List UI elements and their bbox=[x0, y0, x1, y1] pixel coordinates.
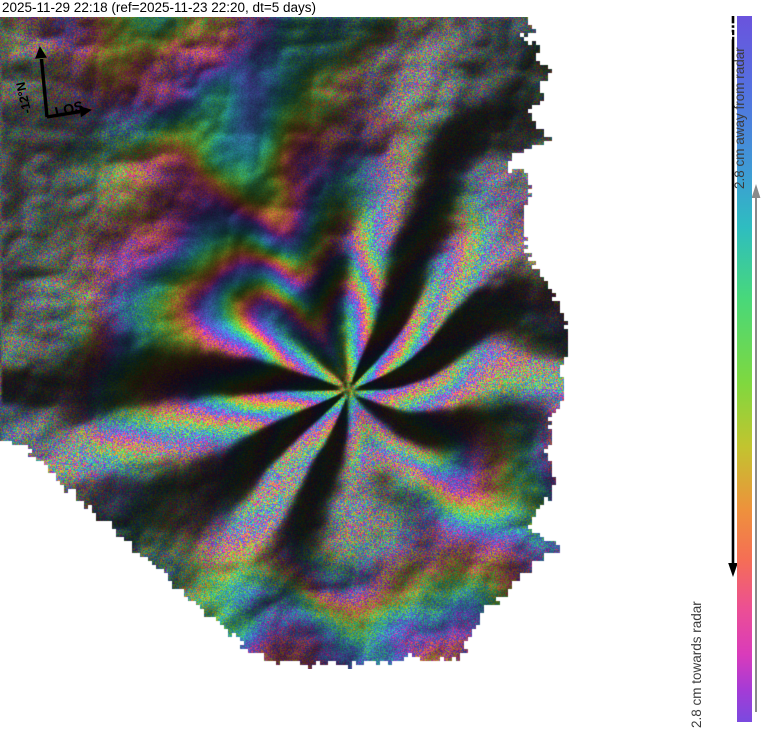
colorbar-towards-label: 2.8 cm towards radar bbox=[689, 601, 704, 728]
colorbar-up-arrow-icon bbox=[751, 184, 761, 712]
colorbar-min-label: -π bbox=[723, 701, 739, 717]
interferogram-figure: 2025-11-29 22:18 (ref=2025-11-23 22:20, … bbox=[0, 0, 762, 732]
figure-title: 2025-11-29 22:18 (ref=2025-11-23 22:20, … bbox=[2, 0, 316, 15]
colorbar-away-label: 2.8 cm away from radar bbox=[732, 47, 747, 189]
interferogram-image bbox=[0, 17, 570, 669]
colorbar-max-label: +π bbox=[723, 21, 739, 40]
